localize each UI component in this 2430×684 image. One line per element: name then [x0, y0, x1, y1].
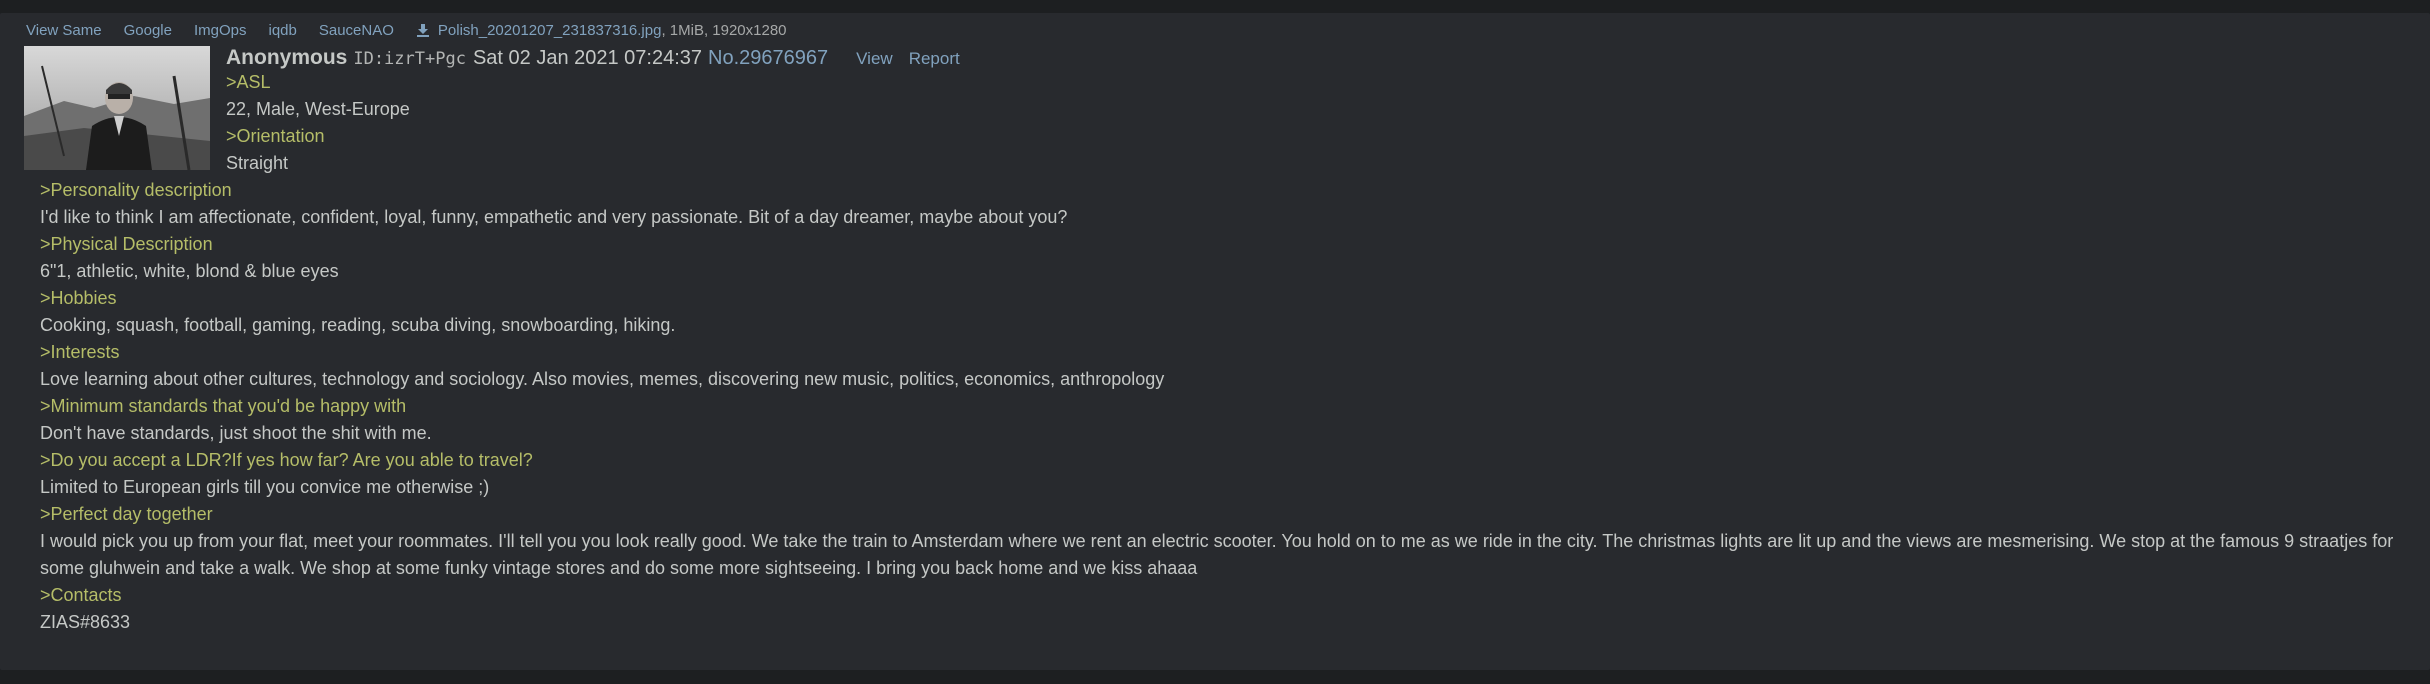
- google-link[interactable]: Google: [124, 22, 172, 39]
- file-meta: , 1MiB, 1920x1280: [661, 21, 787, 39]
- body-text-line: Limited to European girls till you convi…: [40, 477, 490, 497]
- post-thumbnail[interactable]: [24, 46, 210, 170]
- greentext-line: >ASL: [226, 72, 271, 92]
- file-info-bar: View Same Google ImgOps iqdb SauceNAO Po…: [26, 20, 787, 40]
- imgops-link[interactable]: ImgOps: [194, 22, 247, 39]
- iqdb-link[interactable]: iqdb: [268, 22, 296, 39]
- file-name-link[interactable]: Polish_20201207_231837316.jpg: [438, 22, 662, 39]
- saucenao-link[interactable]: SauceNAO: [319, 22, 394, 39]
- body-text-line: I'd like to think I am affectionate, con…: [40, 207, 1068, 227]
- greentext-line: >Hobbies: [40, 288, 117, 308]
- post-date: Sat 02 Jan 2021 07:24:37: [472, 47, 703, 69]
- greentext-line: >Orientation: [226, 126, 325, 146]
- post-number-link[interactable]: No.29676967: [708, 47, 828, 70]
- body-text-line: 22, Male, West-Europe: [226, 99, 410, 119]
- post-container: View Same Google ImgOps iqdb SauceNAO Po…: [0, 13, 2430, 670]
- view-same-link[interactable]: View Same: [26, 22, 102, 39]
- poster-name: Anonymous: [226, 46, 348, 69]
- greentext-line: >Personality description: [40, 180, 232, 200]
- body-text-line: Don't have standards, just shoot the shi…: [40, 423, 432, 443]
- body-text-line: I would pick you up from your flat, meet…: [40, 531, 2394, 578]
- report-link[interactable]: Report: [909, 49, 960, 69]
- body-text-line: Love learning about other cultures, tech…: [40, 369, 1165, 389]
- greentext-line: >Do you accept a LDR?If yes how far? Are…: [40, 450, 533, 470]
- body-text-line: Straight: [226, 153, 289, 173]
- greentext-line: >Minimum standards that you'd be happy w…: [40, 396, 407, 416]
- download-icon[interactable]: [416, 23, 430, 37]
- greentext-line: >Perfect day together: [40, 504, 213, 524]
- body-text-line: 6"1, athletic, white, blond & blue eyes: [40, 261, 339, 281]
- thumbnail-image: [24, 46, 210, 170]
- body-text-line: ZIAS#8633: [40, 612, 131, 632]
- greentext-line: >Interests: [40, 342, 120, 362]
- poster-id[interactable]: ID:izrT+Pgc: [353, 49, 466, 69]
- view-link[interactable]: View: [856, 49, 893, 69]
- post-header: Anonymous ID:izrT+Pgc Sat 02 Jan 2021 07…: [226, 46, 976, 74]
- body-text-line: Cooking, squash, football, gaming, readi…: [40, 315, 676, 335]
- greentext-line: >Contacts: [40, 585, 122, 605]
- greentext-line: >Physical Description: [40, 234, 213, 254]
